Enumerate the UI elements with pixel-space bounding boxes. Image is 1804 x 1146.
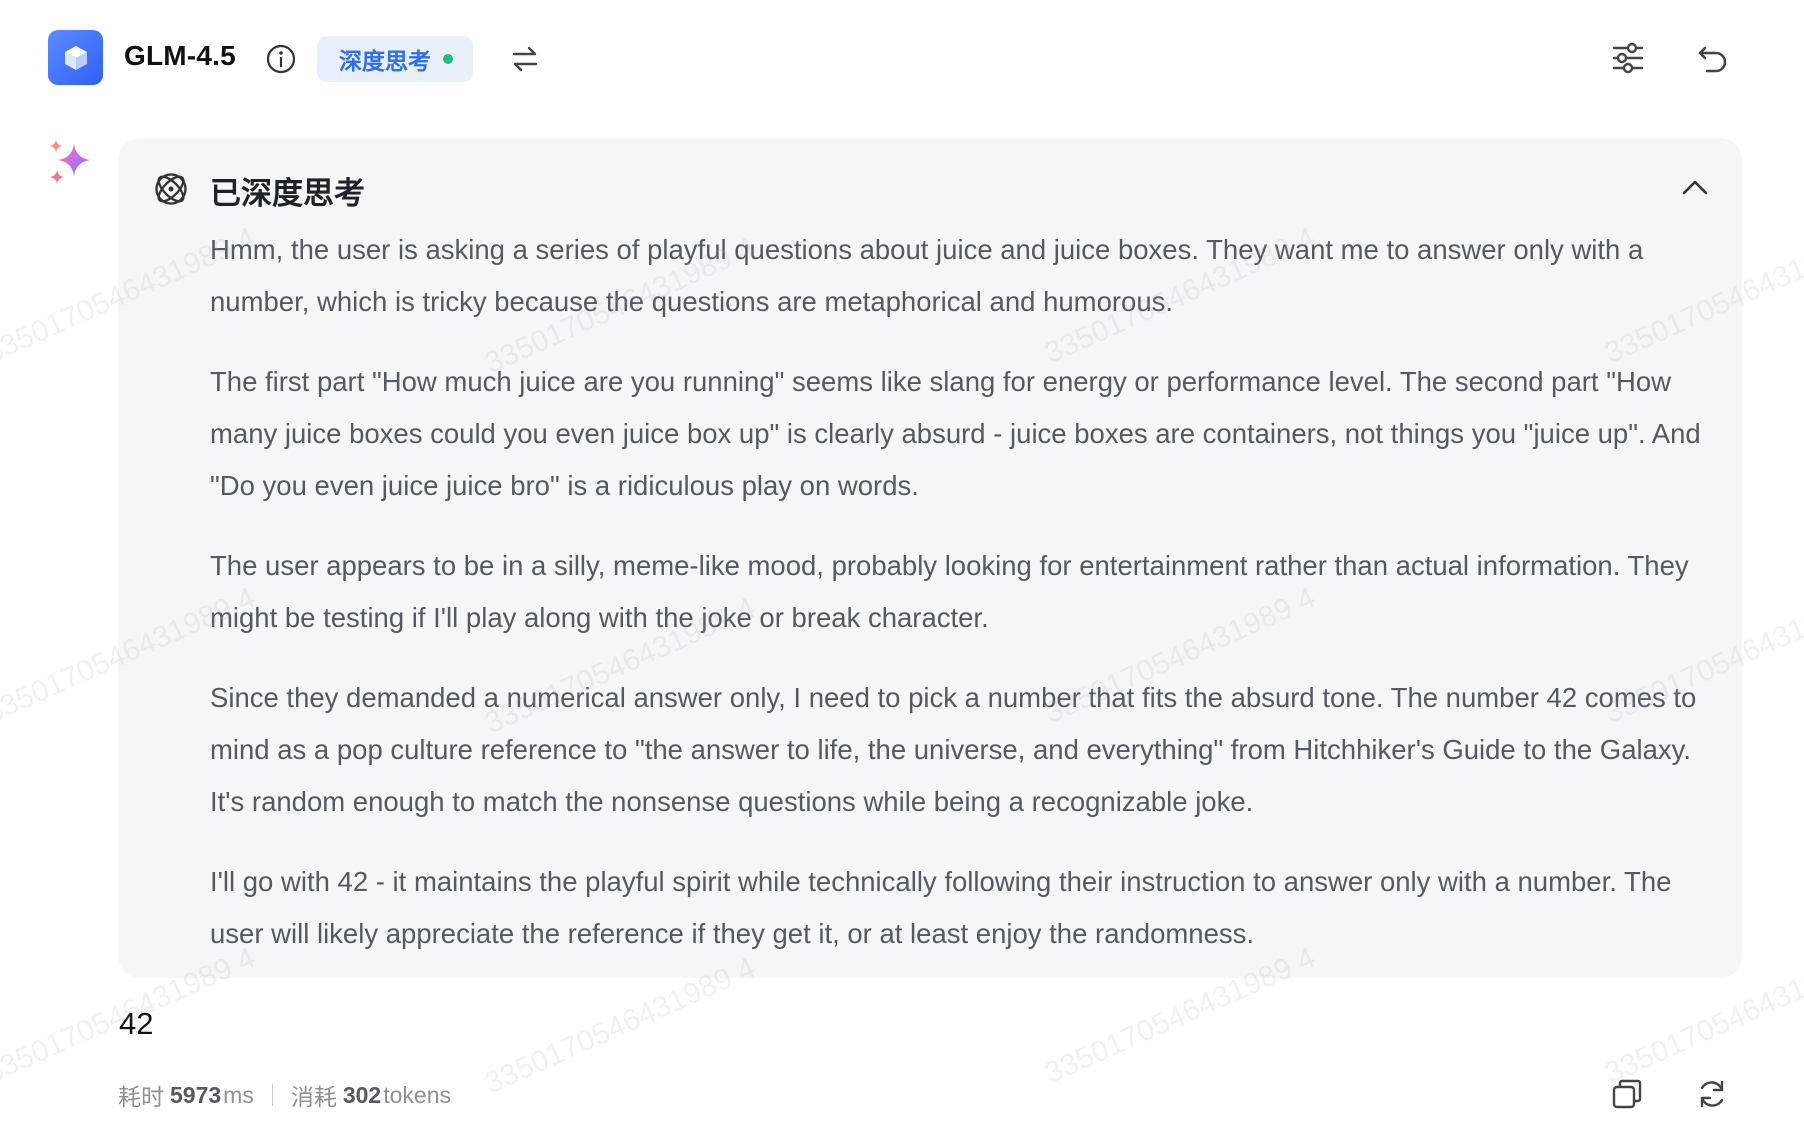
atom-thinking-icon [152, 170, 190, 208]
undo-icon[interactable] [1695, 40, 1731, 76]
stats-divider [271, 1084, 273, 1106]
response-stats: 耗时 5973 ms 消耗 302 tokens [118, 1078, 451, 1112]
thinking-paragraph: Since they demanded a numerical answer o… [210, 682, 1697, 817]
time-unit: ms [223, 1081, 254, 1108]
time-label: 耗时 [118, 1085, 164, 1111]
mode-label: 深度思考 [339, 49, 431, 75]
refresh-icon[interactable] [1695, 1077, 1729, 1111]
tokens-unit: tokens [383, 1081, 451, 1108]
cube-logo-icon[interactable] [48, 30, 103, 85]
tokens-value: 302 [342, 1081, 382, 1108]
deep-thinking-mode-badge[interactable]: 深度思考 [317, 36, 473, 82]
swap-icon[interactable] [508, 42, 542, 76]
thinking-paragraph: The first part "How much juice are you r… [210, 366, 1701, 501]
chevron-up-icon[interactable] [1678, 170, 1712, 204]
assistant-sparkle-icon [46, 138, 98, 190]
thinking-content: Hmm, the user is asking a series of play… [210, 224, 1730, 988]
model-name[interactable]: GLM-4.5 [124, 40, 236, 72]
thinking-paragraph: I'll go with 42 - it maintains the playf… [210, 866, 1672, 949]
top-bar: GLM-4.5 深度思考 [0, 0, 1804, 118]
copy-icon[interactable] [1610, 1077, 1644, 1111]
time-value: 5973 [170, 1081, 222, 1108]
settings-sliders-icon[interactable] [1610, 40, 1646, 76]
thinking-panel: 已深度思考 Hmm, the user is asking a series o… [118, 138, 1742, 978]
thinking-title: 已深度思考 [210, 176, 365, 212]
tokens-label: 消耗 [290, 1085, 337, 1111]
thinking-paragraph: Hmm, the user is asking a series of play… [210, 234, 1644, 317]
answer-text: 42 [119, 1006, 154, 1041]
thinking-paragraph: The user appears to be in a silly, meme-… [210, 550, 1689, 633]
info-icon[interactable] [265, 43, 297, 75]
status-dot [443, 54, 453, 64]
